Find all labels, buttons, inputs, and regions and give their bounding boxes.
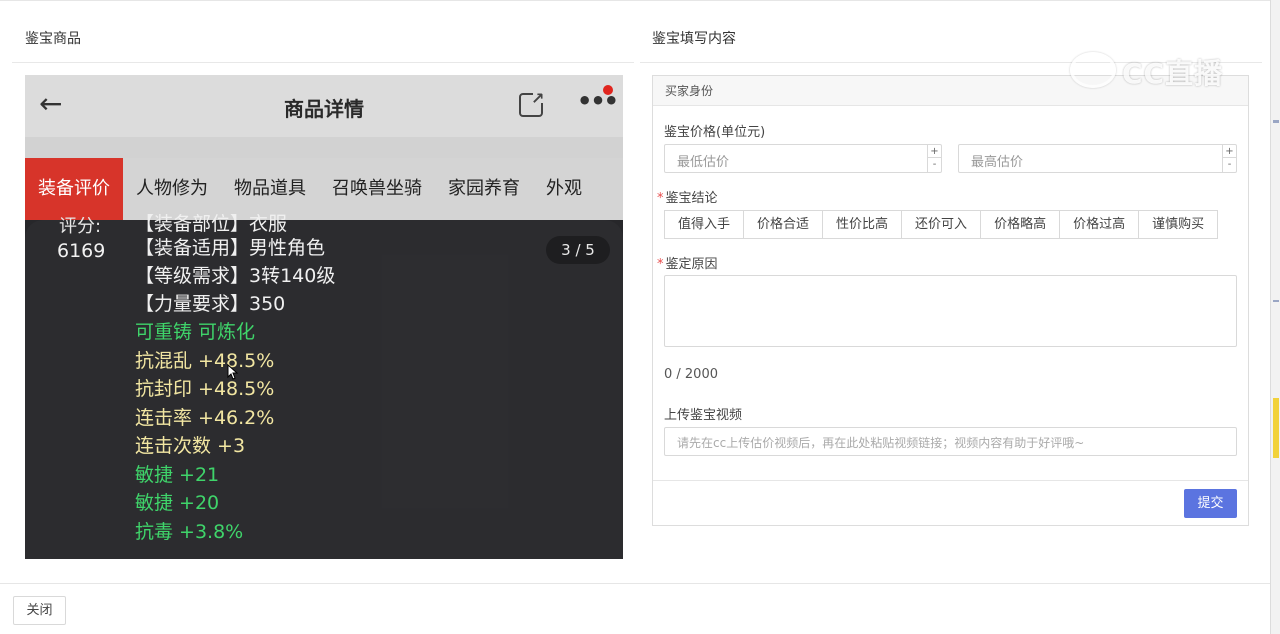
left-section-title: 鉴宝商品 [25, 31, 81, 47]
decrement-icon[interactable]: - [1223, 158, 1236, 171]
product-screenshot: ← 商品详情 ↗ ••• 装备评价 人物修为 物品道具 召唤兽坐骑 家园养育 外… [25, 75, 623, 559]
form-footer-divider [653, 480, 1248, 481]
phone-tab-appearance: 外观 [546, 178, 582, 199]
watermark-text: CC直播 [1122, 57, 1224, 90]
image-pager: 3 / 5 [546, 236, 610, 264]
mouse-cursor-icon [227, 364, 239, 380]
required-mark: * [657, 191, 664, 206]
min-price-input[interactable]: 最低估价 + - [664, 144, 942, 173]
phone-tab-equipment: 装备评价 [25, 158, 123, 220]
video-label: 上传鉴宝视频 [664, 408, 743, 423]
conclusion-option-too-high[interactable]: 价格过高 [1059, 210, 1140, 239]
increment-icon[interactable]: + [928, 145, 941, 158]
attr-line: 抗封印 +48.5% [135, 378, 275, 400]
price-label: 鉴宝价格(单位元) [664, 125, 766, 140]
attr-line: 【等级需求】3转140级 [135, 265, 336, 287]
decrement-icon[interactable]: - [928, 158, 941, 171]
score-value: 6169 [57, 240, 106, 262]
reason-label: * 鉴定原因 [657, 257, 718, 272]
min-price-stepper[interactable]: + - [927, 145, 941, 172]
watermark: CC直播 [1070, 48, 1242, 92]
watermark-logo-icon [1070, 52, 1116, 88]
conclusion-option-cautious[interactable]: 谨慎购买 [1138, 210, 1219, 239]
attr-line: 敏捷 +20 [135, 492, 220, 514]
max-price-input[interactable]: 最高估价 + - [958, 144, 1237, 173]
max-price-stepper[interactable]: + - [1222, 145, 1236, 172]
conclusion-option-worth-buying[interactable]: 值得入手 [664, 210, 745, 239]
attr-line: 抗混乱 +48.5% [135, 350, 275, 372]
phone-tab-pets: 召唤兽坐骑 [332, 178, 422, 199]
item-attribute-panel: 评分: 6169 3 / 5 【装备部位】衣服 【装备适用】男性角色 【等级需求… [25, 213, 623, 559]
attr-line: 可重铸 可炼化 [135, 321, 256, 343]
attr-line: 连击次数 +3 [135, 435, 246, 457]
attr-line: 【力量要求】350 [135, 293, 286, 315]
phone-tabs: 装备评价 人物修为 物品道具 召唤兽坐骑 家园养育 外观 [25, 158, 623, 220]
item-detail-body: 评分: 6169 3 / 5 【装备部位】衣服 【装备适用】男性角色 【等级需求… [25, 213, 623, 559]
close-button[interactable]: 关闭 [13, 596, 66, 625]
video-link-placeholder: 请先在cc上传估价视频后，再在此处粘贴视频链接；视频内容有助于好评哦~ [677, 436, 1085, 450]
max-price-placeholder: 最高估价 [971, 155, 1024, 170]
reason-char-counter: 0 / 2000 [664, 367, 718, 382]
top-border [0, 0, 1270, 3]
min-price-placeholder: 最低估价 [677, 155, 730, 170]
notification-dot-icon [603, 85, 613, 95]
left-section-divider [12, 62, 634, 63]
phone-header: ← 商品详情 ↗ ••• [25, 75, 623, 137]
dialog-footer [0, 583, 1270, 634]
attr-line: 连击率 +46.2% [135, 407, 275, 429]
score-label: 评分: [59, 216, 102, 237]
video-link-input[interactable]: 请先在cc上传估价视频后，再在此处粘贴视频链接；视频内容有助于好评哦~ [664, 427, 1237, 456]
page-scrollbar[interactable] [1270, 0, 1280, 634]
conclusion-option-good-value[interactable]: 性价比高 [822, 210, 903, 239]
conclusion-option-negotiate[interactable]: 还价可入 [901, 210, 982, 239]
conclusion-label: * 鉴宝结论 [657, 191, 718, 206]
attr-line: 抗毒 +3.8% [135, 521, 244, 543]
reason-textarea[interactable] [664, 275, 1237, 347]
conclusion-option-fair-price[interactable]: 价格合适 [743, 210, 824, 239]
right-section-title: 鉴宝填写内容 [652, 31, 736, 47]
conclusion-option-slightly-high[interactable]: 价格略高 [980, 210, 1061, 239]
required-mark: * [657, 257, 664, 272]
share-arrow-icon: ↗ [531, 89, 545, 108]
phone-tab-home: 家园养育 [448, 178, 520, 199]
attr-line: 【装备适用】男性角色 [135, 237, 326, 259]
conclusion-options: 值得入手 价格合适 性价比高 还价可入 价格略高 价格过高 谨慎购买 [664, 210, 1219, 239]
increment-icon[interactable]: + [1223, 145, 1236, 158]
submit-button[interactable]: 提交 [1184, 489, 1237, 518]
attr-line: 敏捷 +21 [135, 464, 220, 486]
